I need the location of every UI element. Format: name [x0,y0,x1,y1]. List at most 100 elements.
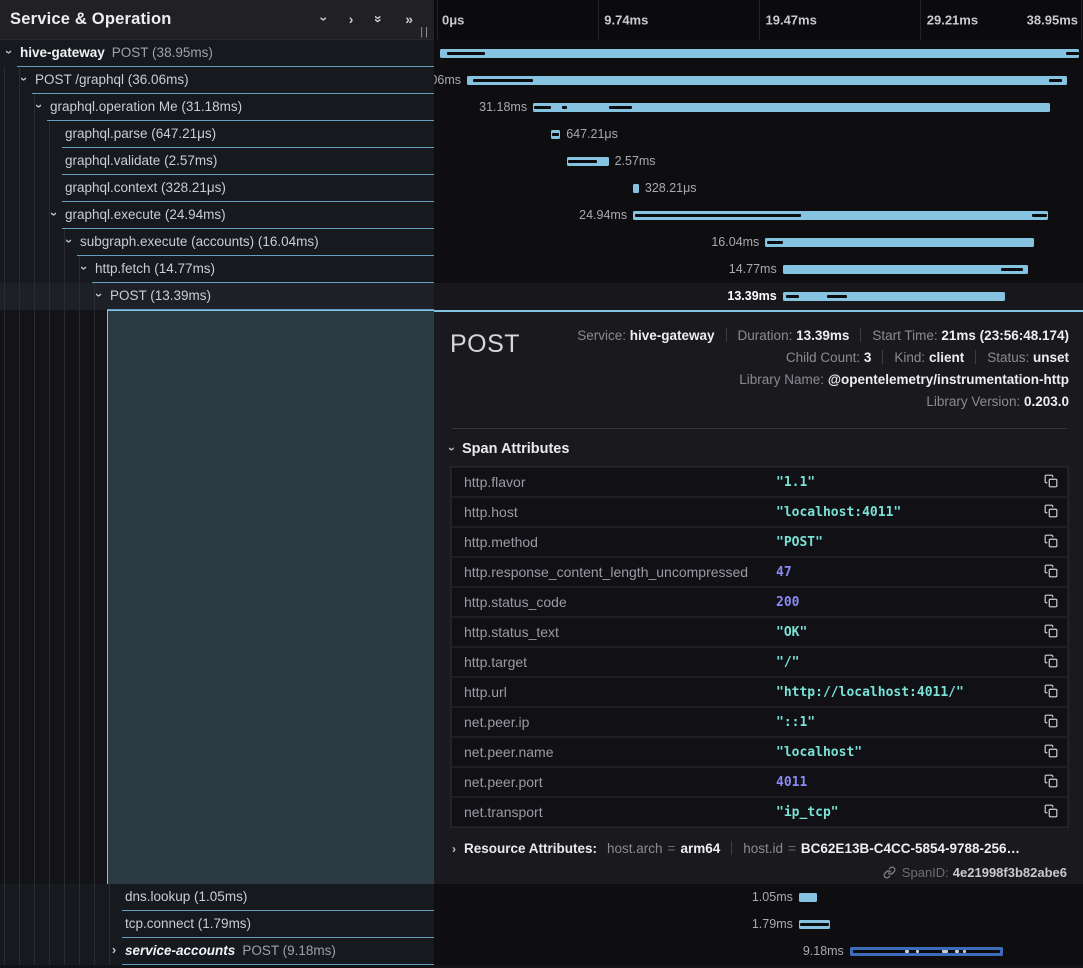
span-name: graphql.validate (2.57ms) [65,153,217,168]
resource-value: BC62E13B-C4CC-5854-9788-256… [801,841,1020,856]
span-name: graphql.operation Me (31.18ms) [50,99,242,114]
chevron-down-icon[interactable]: › [77,263,91,273]
copy-icon[interactable] [1044,624,1058,638]
chevron-down-icon[interactable]: › [317,16,331,21]
span-name-cell[interactable]: tcp.connect (1.79ms) [0,911,434,938]
span-name-cell[interactable]: ›graphql.execute (24.94ms) [0,202,434,229]
span-name-cell[interactable]: dns.lookup (1.05ms) [0,884,434,911]
operation-name: POST (38.95ms) [112,45,213,60]
span-bar[interactable] [440,49,1079,58]
span-name-cell[interactable]: graphql.parse (647.21μs) [0,121,434,148]
span-bar[interactable] [467,76,1067,85]
timeline-lane: 36.06ms [437,67,1082,94]
indent-guides [4,310,99,884]
indent-guides [4,938,110,965]
chevron-down-icon[interactable]: › [62,236,76,246]
copy-icon[interactable] [1044,594,1058,608]
child-span-marker [568,160,597,163]
span-name-cell[interactable]: graphql.context (328.21μs) [0,175,434,202]
span-name-cell[interactable]: graphql.validate (2.57ms) [0,148,434,175]
column-resize-grip[interactable]: || [420,26,430,38]
span-bar[interactable] [633,184,639,193]
copy-icon[interactable] [1044,564,1058,578]
span-attributes-header[interactable]: ›Span Attributes [450,441,1069,457]
copy-icon[interactable] [1044,744,1058,758]
copy-icon[interactable] [1044,534,1058,548]
double-chevron-down-icon[interactable]: » [372,15,386,23]
span-bar[interactable] [551,130,560,139]
chevron-down-icon[interactable]: › [17,74,31,84]
span-name-cell[interactable]: ›hive-gatewayPOST (38.95ms) [0,40,434,67]
meta-value: 0.203.0 [1024,394,1069,409]
timeline-lane: 1.79ms [437,911,1082,938]
attribute-value: "1.1" [776,475,815,490]
span-bar[interactable] [533,103,1050,112]
span-bar[interactable] [567,157,608,166]
copy-icon[interactable] [1044,774,1058,788]
indent-guides [4,884,110,911]
span-detail-panel: POST Service: hive-gatewayDuration: 13.3… [434,310,1083,884]
span-name-cell[interactable]: › graphql.operation Me (31.18ms) [0,94,434,121]
service-operation-title: Service & Operation [10,10,311,29]
chevron-down-icon[interactable]: › [92,290,106,300]
span-row: ›service-accountsPOST (9.18ms)9.18ms [0,938,1083,965]
span-name-cell[interactable]: › POST /graphql (36.06ms) [0,67,434,94]
span-bar[interactable] [765,238,1033,247]
span-row: › POST /graphql (36.06ms) 36.06ms [0,67,1083,94]
attribute-value: "localhost:4011" [776,505,901,520]
chevron-right-icon[interactable]: › [349,12,354,26]
span-bar[interactable] [850,947,1003,956]
span-bar[interactable] [799,920,830,929]
copy-icon[interactable] [1044,504,1058,518]
attribute-row: http.status_text"OK" [452,618,1067,646]
span-bar[interactable] [633,211,1048,220]
span-name: subgraph.execute (accounts) (16.04ms) [80,234,319,249]
copy-icon[interactable] [1044,684,1058,698]
timeline-tick-label: 38.95ms [1027,13,1078,28]
span-name: POST /graphql (36.06ms) [35,72,189,87]
child-span-marker [853,950,1000,953]
chevron-down-icon[interactable]: › [32,101,46,111]
meta-value: unset [1033,350,1069,365]
operation-name: POST (9.18ms) [242,943,336,958]
meta-label: Start Time: [872,328,941,343]
span-detail-title: POST [450,322,560,416]
span-id-label: SpanID: [902,865,949,880]
operation-name: graphql.context (328.21μs) [65,180,226,195]
child-span-marker [827,295,847,298]
span-timeline-cell: 647.21μs [434,121,1083,148]
span-bar[interactable] [799,893,817,902]
attribute-key: http.response_content_length_uncompresse… [464,564,748,580]
copy-icon[interactable] [1044,474,1058,488]
link-icon[interactable] [883,866,896,879]
copy-icon[interactable] [1044,804,1058,818]
resource-key: host.id [743,841,783,856]
chevron-down-icon[interactable]: › [2,47,16,57]
span-duration-label: 647.21μs [566,127,618,141]
copy-icon[interactable] [1044,714,1058,728]
resource-attributes-title[interactable]: Resource Attributes: [464,841,597,856]
indent-guides [4,283,95,310]
child-span-marker [800,923,828,926]
span-row: dns.lookup (1.05ms)1.05ms [0,884,1083,911]
meta-label: Library Name: [739,372,828,387]
copy-icon[interactable] [1044,654,1058,668]
resource-attributes-row: ›Resource Attributes:host.arch=arm64host… [450,841,1069,856]
attribute-row: net.transport"ip_tcp" [452,798,1067,826]
operation-name: POST /graphql (36.06ms) [35,72,189,87]
span-bar[interactable] [783,292,1005,301]
meta-label: Duration: [738,328,797,343]
span-name-cell[interactable]: ›http.fetch (14.77ms) [0,256,434,283]
double-chevron-right-icon[interactable]: » [405,12,413,26]
timeline-tick-label: 0μs [442,13,464,28]
attribute-value: "/" [776,655,799,670]
chevron-down-icon[interactable]: › [47,209,61,219]
selected-span-expansion: POST Service: hive-gatewayDuration: 13.3… [0,310,1083,884]
span-name-cell[interactable]: ›service-accountsPOST (9.18ms) [0,938,434,965]
indent-guides [4,911,110,938]
span-name-cell[interactable]: ›POST (13.39ms) [0,283,434,310]
span-bar[interactable] [783,265,1028,274]
span-name-cell[interactable]: › subgraph.execute (accounts) (16.04ms) [0,229,434,256]
attribute-value: "POST" [776,535,823,550]
chevron-right-icon[interactable]: › [109,943,119,957]
